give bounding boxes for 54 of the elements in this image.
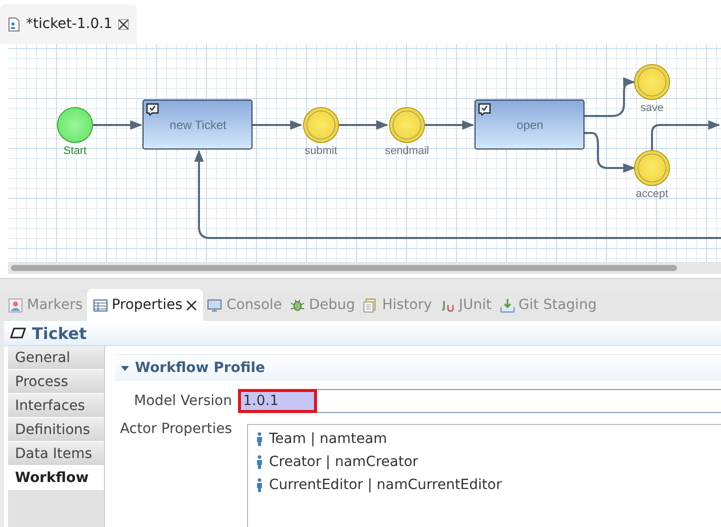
- list-item[interactable]: Team | namteam: [269, 431, 388, 447]
- download-tray-icon: [500, 298, 515, 312]
- field-label: Actor Properties: [118, 421, 233, 439]
- task-label: new Ticket: [170, 118, 226, 132]
- section-tab[interactable]: Data Items: [8, 442, 104, 466]
- person-icon: [256, 478, 263, 492]
- history-icon: [363, 298, 378, 312]
- event-label: sendmail: [384, 145, 430, 157]
- event-circle: [303, 107, 339, 143]
- section-tab[interactable]: General: [8, 346, 104, 370]
- user-task-icon: [146, 103, 159, 116]
- user-task-icon: [478, 103, 491, 116]
- close-icon: [186, 300, 198, 310]
- event-circle: [634, 64, 670, 100]
- person-icon: [256, 455, 263, 469]
- event-label: submit: [304, 145, 338, 157]
- table-icon: [92, 298, 108, 312]
- section-tab[interactable]: Interfaces: [8, 394, 104, 418]
- connector-arrow: [584, 77, 636, 117]
- field-label: Model Version: [133, 393, 233, 409]
- section-header[interactable]: Workflow Profile: [115, 354, 721, 381]
- event-label: Start: [63, 145, 87, 157]
- connector-arrow: [93, 120, 142, 130]
- markers-icon: [8, 298, 23, 312]
- connector-arrow: [339, 120, 388, 130]
- editor-tab[interactable]: *ticket-1.0.1: [0, 4, 138, 44]
- connector-arrow: [252, 120, 302, 130]
- panel-title: Ticket: [32, 324, 87, 342]
- document-icon: [8, 16, 20, 32]
- task-label: open: [516, 118, 544, 132]
- event-circle: [634, 150, 670, 186]
- person-icon: [256, 432, 263, 446]
- monitor-icon: [207, 298, 222, 312]
- event-circle: [389, 107, 425, 143]
- diagram-canvas[interactable]: Start new Ticket submit sendmail open save accept: [8, 44, 721, 262]
- event-label: accept: [636, 188, 668, 200]
- model-version-field[interactable]: 1.0.1: [240, 389, 721, 413]
- section-tab[interactable]: Definitions: [8, 418, 104, 442]
- close-icon: [118, 18, 130, 30]
- start-event-circle: [57, 107, 93, 143]
- section-tab[interactable]: Workflow: [8, 466, 104, 490]
- list-item[interactable]: Creator | namCreator: [269, 454, 418, 470]
- collapse-triangle-icon: [121, 364, 129, 372]
- actor-list[interactable]: Team | namteam Creator | namCreator CurrentEditor | namCurrentEditor: [247, 424, 721, 527]
- scrollbar[interactable]: [8, 262, 721, 274]
- scrollbar-thumb[interactable]: [11, 265, 677, 271]
- event-label: save: [640, 102, 664, 114]
- connector-arrow: [425, 120, 474, 130]
- list-item[interactable]: CurrentEditor | namCurrentEditor: [269, 477, 502, 493]
- parallelogram-icon: [10, 327, 26, 339]
- section-tab[interactable]: Process: [8, 370, 104, 394]
- bug-icon: [290, 298, 306, 312]
- view-tab[interactable]: Properties: [86, 289, 204, 321]
- section-title: Workflow Profile: [135, 360, 266, 376]
